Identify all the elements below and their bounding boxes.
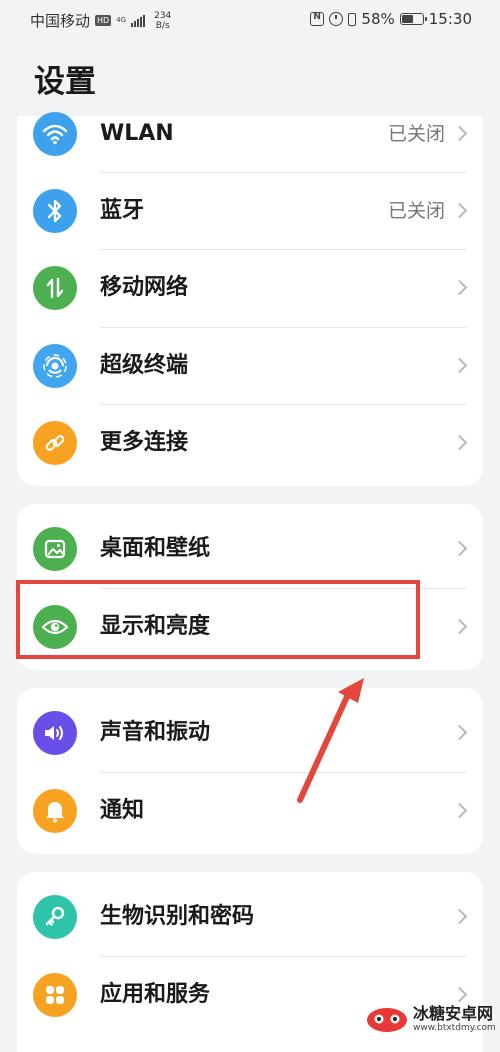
watermark: 冰糖安卓网 www.btxtdmy.com bbox=[365, 998, 500, 1039]
annotation-arrow bbox=[297, 678, 364, 803]
watermark-url: www.btxtdmy.com bbox=[413, 1022, 496, 1033]
watermark-logo bbox=[367, 1007, 407, 1032]
watermark-title: 冰糖安卓网 bbox=[413, 1003, 494, 1023]
